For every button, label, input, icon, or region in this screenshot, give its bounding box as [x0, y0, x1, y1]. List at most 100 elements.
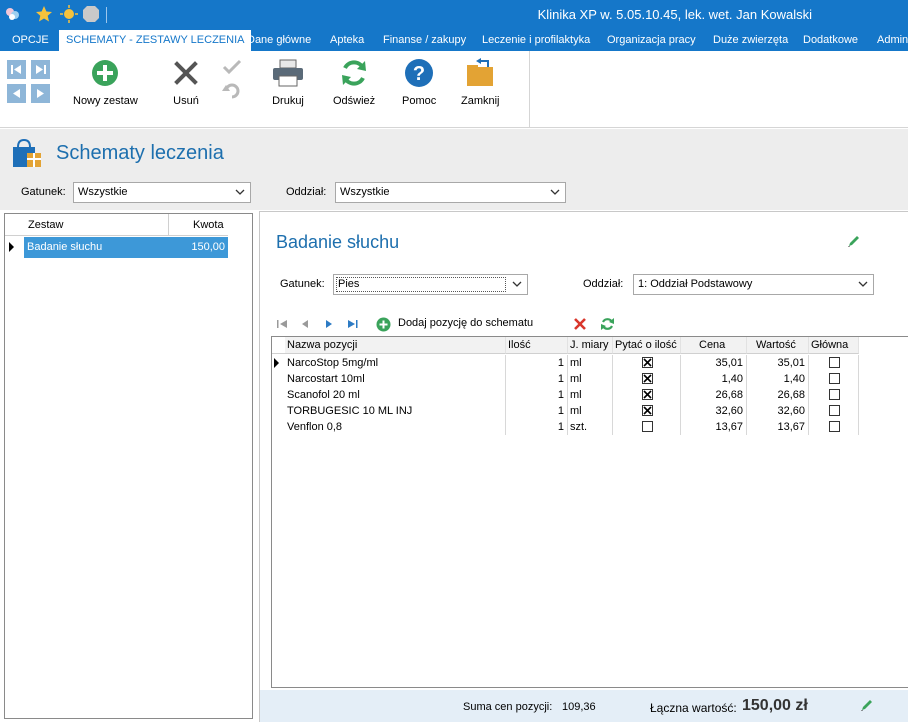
ward-filter-select[interactable]: Wszystkie [335, 182, 566, 203]
add-position-button[interactable]: Dodaj pozycję do schematu [398, 317, 533, 329]
cell-ask-qty[interactable] [613, 403, 681, 419]
cell-main[interactable] [809, 371, 859, 387]
tab-opcje[interactable]: OPCJE [5, 30, 56, 51]
list-item[interactable]: Badanie słuchu 150,00 [5, 237, 228, 258]
cell-unit: ml [568, 403, 613, 419]
cell-price: 35,01 [681, 355, 747, 371]
sun-icon[interactable] [58, 4, 80, 24]
column-header-unit[interactable]: J. miary [568, 337, 613, 354]
cell-ask-qty[interactable] [613, 371, 681, 387]
tab-admin[interactable]: Admin [870, 30, 908, 51]
checkbox-unchecked[interactable] [829, 373, 840, 384]
stop-icon[interactable] [80, 4, 102, 24]
column-header-name[interactable]: Nazwa pozycji [285, 337, 506, 354]
cell-price: 32,60 [681, 403, 747, 419]
cell-value: 35,01 [747, 355, 809, 371]
cell-main[interactable] [809, 419, 859, 435]
first-record-icon[interactable] [7, 60, 26, 79]
checkbox-checked[interactable] [642, 357, 653, 368]
sync-icon[interactable] [600, 316, 616, 332]
grid-first-icon[interactable] [274, 316, 290, 332]
schema-detail-panel: Badanie słuchu Gatunek: Pies Oddział: 1:… [259, 211, 908, 722]
cell-qty: 1 [506, 387, 568, 403]
cell-ask-qty[interactable] [613, 419, 681, 435]
checkbox-checked[interactable] [642, 389, 653, 400]
tab-work-organization[interactable]: Organizacja pracy [600, 30, 703, 51]
cell-ask-qty[interactable] [613, 355, 681, 371]
tab-schemes[interactable]: SCHEMATY - ZESTAWY LECZENIA [59, 30, 252, 51]
tab-large-animals[interactable]: Duże zwierzęta [706, 30, 795, 51]
column-header-ask-qty[interactable]: Pytać o ilość [613, 337, 681, 354]
table-row[interactable]: Narcostart 10ml 1 ml 1,40 1,40 [272, 371, 859, 387]
checkbox-unchecked[interactable] [829, 389, 840, 400]
grid-prev-icon[interactable] [297, 316, 313, 332]
next-record-icon[interactable] [31, 84, 50, 103]
column-header-price[interactable]: Cena [681, 337, 747, 354]
detail-ward-label: Oddział: [583, 278, 624, 290]
tab-treatment[interactable]: Leczenie i profilaktyka [475, 30, 597, 51]
cell-qty: 1 [506, 371, 568, 387]
plus-circle-icon [88, 57, 122, 89]
column-header-value[interactable]: Wartość [747, 337, 809, 354]
detail-species-select[interactable]: Pies [333, 274, 528, 295]
print-button[interactable]: Drukuj [271, 57, 305, 107]
add-position-plus-icon[interactable] [375, 316, 391, 332]
checkbox-checked[interactable] [642, 405, 653, 416]
set-row-selected[interactable]: Badanie słuchu 150,00 [24, 237, 228, 258]
chevron-down-icon [550, 189, 560, 195]
column-header-main[interactable]: Główna [809, 337, 859, 354]
cell-value: 26,68 [747, 387, 809, 403]
set-name: Badanie słuchu [27, 241, 103, 253]
delete-button[interactable]: Usuń [169, 57, 203, 107]
checkbox-unchecked[interactable] [642, 421, 653, 432]
checkbox-unchecked[interactable] [829, 421, 840, 432]
window-title: Klinika XP w. 5.05.10.45, lek. wet. Jan … [537, 7, 812, 22]
cell-name: NarcoStop 5mg/ml [285, 355, 506, 371]
tab-additional[interactable]: Dodatkowe [796, 30, 865, 51]
help-button[interactable]: ? Pomoc [402, 57, 436, 107]
chevron-down-icon [858, 281, 868, 287]
grid-last-icon[interactable] [345, 316, 361, 332]
cell-main[interactable] [809, 355, 859, 371]
edit-pencil-icon[interactable] [846, 233, 862, 249]
column-header-qty[interactable]: Ilość [506, 337, 568, 354]
checkbox-unchecked[interactable] [829, 405, 840, 416]
cell-name: Scanofol 20 ml [285, 387, 506, 403]
remove-position-icon[interactable] [572, 316, 588, 332]
tab-pharmacy[interactable]: Apteka [323, 30, 371, 51]
checkbox-checked[interactable] [642, 373, 653, 384]
printer-icon [271, 57, 305, 89]
column-header-amount[interactable]: Kwota [193, 214, 224, 236]
delete-x-icon [169, 57, 203, 89]
undo-icon[interactable] [222, 82, 242, 103]
detail-species-label: Gatunek: [280, 278, 325, 290]
cell-qty: 1 [506, 355, 568, 371]
table-row[interactable]: NarcoStop 5mg/ml 1 ml 35,01 35,01 [272, 355, 859, 371]
cell-main[interactable] [809, 387, 859, 403]
sum-label: Suma cen pozycji: [463, 701, 553, 713]
refresh-button[interactable]: Odśwież [333, 57, 375, 107]
detail-ward-select[interactable]: 1: Oddział Podstawowy [633, 274, 874, 295]
checkbox-unchecked[interactable] [829, 357, 840, 368]
total-value: 150,00 zł [742, 697, 808, 714]
tab-main-data[interactable]: Dane główne [240, 30, 318, 51]
table-row[interactable]: Venflon 0,8 1 szt. 13,67 13,67 [272, 419, 859, 435]
grid-next-icon[interactable] [321, 316, 337, 332]
page-title: Schematy leczenia [56, 142, 224, 164]
table-row[interactable]: TORBUGESIC 10 ML INJ 1 ml 32,60 32,60 [272, 403, 859, 419]
last-record-icon[interactable] [31, 60, 50, 79]
cell-ask-qty[interactable] [613, 387, 681, 403]
cell-name: Venflon 0,8 [285, 419, 506, 435]
tab-finance[interactable]: Finanse / zakupy [376, 30, 473, 51]
table-row[interactable]: Scanofol 20 ml 1 ml 26,68 26,68 [272, 387, 859, 403]
favorites-star-icon[interactable] [33, 4, 55, 24]
edit-total-pencil-icon[interactable] [860, 698, 874, 715]
close-button[interactable]: Zamknij [461, 57, 500, 107]
cell-main[interactable] [809, 403, 859, 419]
new-set-button[interactable]: Nowy zestaw [73, 57, 138, 107]
prev-record-icon[interactable] [7, 84, 26, 103]
accept-check-icon[interactable] [222, 59, 242, 78]
species-filter-select[interactable]: Wszystkie [73, 182, 251, 203]
column-header-set[interactable]: Zestaw [28, 214, 63, 236]
cell-value: 1,40 [747, 371, 809, 387]
